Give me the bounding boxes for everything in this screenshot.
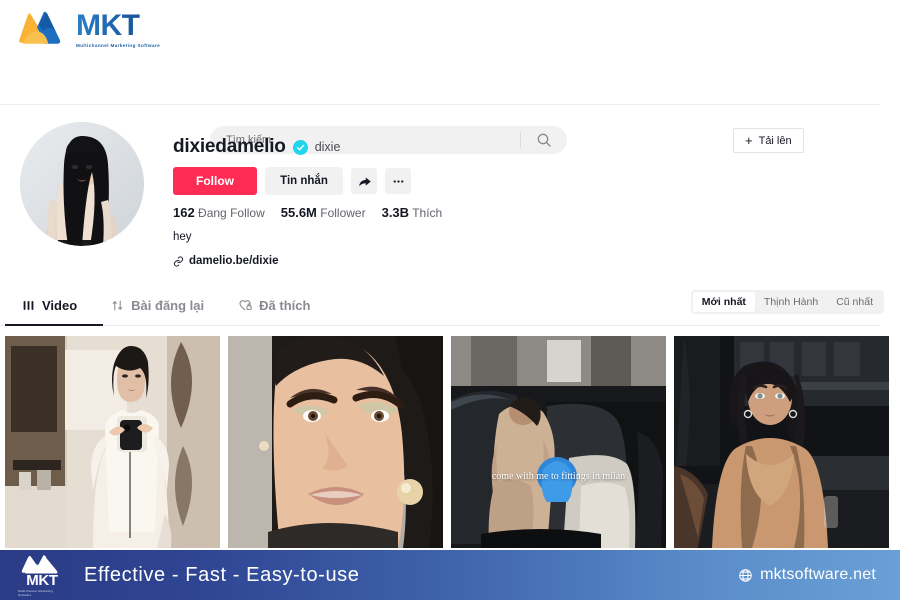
banner-brand-tagline: Multichannel Marketing Software xyxy=(18,589,54,597)
video-thumbnail-4[interactable] xyxy=(674,336,889,548)
heart-lock-icon xyxy=(239,300,252,311)
profile-stats: 162 Đang Follow 55.6M Follower 3.3B Thíc… xyxy=(173,205,442,220)
repost-icon xyxy=(112,300,123,310)
stat-following: 162 Đang Follow xyxy=(173,205,265,220)
stat-followers-label: Follower xyxy=(320,206,366,220)
top-header: + Tải lên xyxy=(0,60,900,154)
video-thumbnail-image-2 xyxy=(228,336,443,548)
banner-logo: MKT Multichannel Marketing Software xyxy=(18,553,66,597)
stat-followers: 55.6M Follower xyxy=(281,205,366,220)
share-arrow-icon xyxy=(358,176,371,186)
video-overlay-text-3: come with me to fittings in milan xyxy=(491,471,626,482)
link-icon xyxy=(173,255,184,267)
video-thumbnail-image-3 xyxy=(451,336,666,548)
grid-icon xyxy=(23,300,34,310)
tab-liked[interactable]: Đã thích xyxy=(221,288,327,322)
page-root: MKT Multichannel Marketing Software + Tả… xyxy=(0,0,900,600)
nickname: dixie xyxy=(314,140,341,154)
bottom-banner: MKT Multichannel Marketing Software Effe… xyxy=(0,550,900,600)
tab-liked-label: Đã thích xyxy=(259,297,311,313)
stat-followers-value: 55.6M xyxy=(280,205,317,220)
stat-likes: 3.3B Thích xyxy=(382,205,443,220)
logo-bar: MKT Multichannel Marketing Software xyxy=(0,0,900,60)
brand-tagline: Multichannel Marketing Software xyxy=(76,42,161,48)
avatar-image xyxy=(20,122,144,246)
profile-link-text: damelio.be/dixie xyxy=(189,255,279,267)
avatar[interactable] xyxy=(20,122,144,246)
video-thumbnail-image-1 xyxy=(5,336,220,548)
globe-icon xyxy=(739,568,752,582)
video-thumbnail-3[interactable]: come with me to fittings in milan xyxy=(451,336,666,548)
check-icon xyxy=(296,144,304,150)
video-grid: come with me to fittings in milan xyxy=(5,336,895,548)
stat-likes-label: Thích xyxy=(412,206,443,220)
brand-logo[interactable]: MKT Multichannel Marketing Software xyxy=(18,8,160,50)
stat-following-value: 162 xyxy=(173,205,195,220)
sort-filters: Mới nhất Thịnh Hành Cũ nhất xyxy=(690,290,884,314)
brand-name: MKT xyxy=(76,10,160,41)
verified-badge-icon xyxy=(292,139,308,155)
stat-likes-value: 3.3B xyxy=(381,205,410,220)
video-thumbnail-image-4 xyxy=(674,336,889,548)
video-thumbnail-2[interactable] xyxy=(228,336,443,548)
profile-actions: Follow Tin nhắn xyxy=(173,167,411,195)
mkt-logo-icon xyxy=(19,11,61,44)
profile-section: dixiedamelio dixie Follow Tin nhắn 162 Đ… xyxy=(0,105,900,285)
filter-oldest[interactable]: Cũ nhất xyxy=(827,292,882,312)
stat-following-label: Đang Follow xyxy=(198,206,265,220)
banner-slogan: Effective - Fast - Easy-to-use xyxy=(84,563,360,586)
banner-website-text: mktsoftware.net xyxy=(760,566,876,583)
tabs-divider xyxy=(0,325,880,326)
username: dixiedamelio xyxy=(173,136,286,157)
profile-bio: hey xyxy=(173,231,192,243)
banner-brand-name: MKT xyxy=(26,572,58,589)
video-thumbnail-1[interactable] xyxy=(5,336,220,548)
more-dots-icon xyxy=(393,179,403,183)
share-button[interactable] xyxy=(351,168,377,194)
tab-reposts[interactable]: Bài đăng lại xyxy=(94,288,221,322)
message-button[interactable]: Tin nhắn xyxy=(265,167,343,195)
active-tab-underline xyxy=(5,324,103,326)
tab-video[interactable]: Video xyxy=(5,288,94,322)
username-row: dixiedamelio dixie xyxy=(173,136,340,158)
filter-trending[interactable]: Thịnh Hành xyxy=(755,292,827,312)
filter-newest[interactable]: Mới nhất xyxy=(692,292,755,312)
profile-link[interactable]: damelio.be/dixie xyxy=(173,255,278,267)
tab-list: Video Bài đăng lại Đã thích xyxy=(5,288,327,322)
content-tabs: Video Bài đăng lại Đã thích Mới nhất Thị… xyxy=(0,288,900,326)
more-button[interactable] xyxy=(385,168,411,194)
tab-reposts-label: Bài đăng lại xyxy=(131,297,205,313)
banner-website[interactable]: mktsoftware.net xyxy=(738,566,876,584)
follow-button[interactable]: Follow xyxy=(173,167,257,195)
tab-video-label: Video xyxy=(42,297,78,313)
